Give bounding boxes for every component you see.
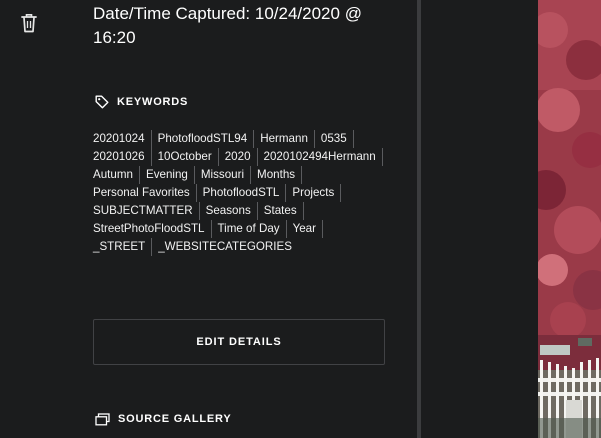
tag-icon [95, 95, 109, 109]
keyword-link[interactable]: 0535 [321, 130, 354, 148]
viewer-gap [421, 0, 538, 438]
keyword-link[interactable]: Months [257, 166, 303, 184]
keyword-link[interactable]: Autumn [93, 166, 140, 184]
keyword-link[interactable]: Time of Day [218, 220, 287, 238]
keyword-link[interactable]: PhotofloodSTL [203, 184, 287, 202]
keyword-link[interactable]: SUBJECTMATTER [93, 202, 200, 220]
keyword-link[interactable]: Year [293, 220, 323, 238]
keyword-link[interactable]: _STREET [93, 238, 153, 256]
photo-image [538, 0, 601, 438]
keyword-link[interactable]: Evening [146, 166, 195, 184]
source-gallery-heading: SOURCE GALLERY [95, 412, 231, 426]
keywords-list: 20201024 PhotofloodSTL94 Hermann 0535 20… [93, 130, 393, 256]
keyword-link[interactable]: Missouri [201, 166, 252, 184]
trash-icon[interactable] [20, 12, 38, 34]
left-rail [0, 0, 60, 438]
keyword-link[interactable]: Projects [292, 184, 342, 202]
keyword-link[interactable]: 2020 [225, 148, 258, 166]
keyword-link[interactable]: StreetPhotoFloodSTL [93, 220, 212, 238]
edit-details-button[interactable]: EDIT DETAILS [93, 319, 385, 365]
keyword-link[interactable]: PhotofloodSTL94 [158, 130, 255, 148]
keyword-link[interactable]: 10October [158, 148, 219, 166]
keyword-link[interactable]: 2020102494Hermann [264, 148, 383, 166]
keyword-link[interactable]: 20201024 [93, 130, 152, 148]
source-gallery-label: SOURCE GALLERY [118, 413, 232, 425]
keyword-link[interactable]: 20201026 [93, 148, 152, 166]
keyword-link[interactable]: Seasons [206, 202, 258, 220]
keyword-link[interactable]: Hermann [260, 130, 315, 148]
gallery-icon [95, 412, 110, 425]
keyword-link[interactable]: States [264, 202, 304, 220]
date-time-captured: Date/Time Captured: 10/24/2020 @ 16:20 [93, 4, 362, 47]
keywords-heading-label: KEYWORDS [117, 96, 189, 108]
keywords-heading: KEYWORDS [95, 95, 188, 109]
photo-preview[interactable] [538, 0, 601, 438]
keyword-link[interactable]: _WEBSITECATEGORIES [158, 238, 298, 256]
keyword-link[interactable]: Personal Favorites [93, 184, 197, 202]
